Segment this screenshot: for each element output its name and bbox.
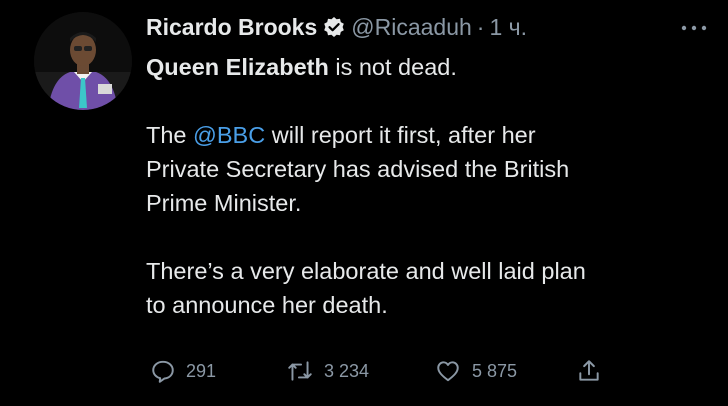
reply-icon: [152, 360, 174, 383]
tweet-paragraph-2-line-2: Private Secretary has advised the Britis…: [146, 156, 570, 182]
mention-link[interactable]: @BBC: [193, 122, 265, 148]
author-display-name[interactable]: Ricardo Brooks: [146, 14, 317, 41]
text-span: The: [146, 122, 194, 148]
share-button[interactable]: [576, 354, 602, 388]
header-separator: ·: [476, 13, 485, 40]
reply-count: 291: [186, 360, 217, 381]
text-span: will report it first, after her: [265, 122, 536, 148]
tweet-paragraph-3-line-1: There’s a very elaborate and well laid p…: [146, 258, 586, 284]
bold-text: Queen Elizabeth: [146, 54, 329, 80]
retweet-count: 3 234: [324, 360, 370, 381]
tweet-actions: 291 3 234 5 875: [146, 354, 616, 388]
tweet-paragraph-3-line-2: to announce her death.: [146, 292, 388, 318]
retweet-button[interactable]: 3 234: [286, 354, 369, 388]
tweet-paragraph-2-line-1: The @BBC will report it first, after her: [146, 118, 706, 152]
text-span: is not dead.: [328, 54, 457, 80]
tweet-paragraph-1: Queen Elizabeth is not dead.: [146, 50, 706, 84]
tweet-header: Ricardo Brooks @Ricaaduh · 1 ч.: [146, 12, 527, 42]
tweet-paragraph-2-line-3: Prime Minister.: [146, 190, 302, 216]
heart-icon: [437, 361, 459, 382]
reply-button[interactable]: 291: [150, 354, 216, 388]
ellipsis-icon[interactable]: [676, 18, 712, 38]
tweet[interactable]: Ricardo Brooks @Ricaaduh · 1 ч. Queen El…: [0, 0, 728, 406]
share-icon: [579, 360, 599, 381]
author-handle[interactable]: @Ricaaduh: [351, 14, 472, 41]
tweet-text: Queen Elizabeth is not dead. The @BBC wi…: [146, 50, 706, 322]
verified-badge-icon: [323, 16, 345, 38]
like-button[interactable]: 5 875: [434, 354, 517, 388]
avatar[interactable]: [34, 12, 132, 110]
retweet-icon: [288, 361, 312, 381]
profile-photo-icon: [34, 12, 132, 110]
like-count: 5 875: [472, 360, 518, 381]
tweet-timestamp[interactable]: 1 ч.: [489, 14, 527, 41]
